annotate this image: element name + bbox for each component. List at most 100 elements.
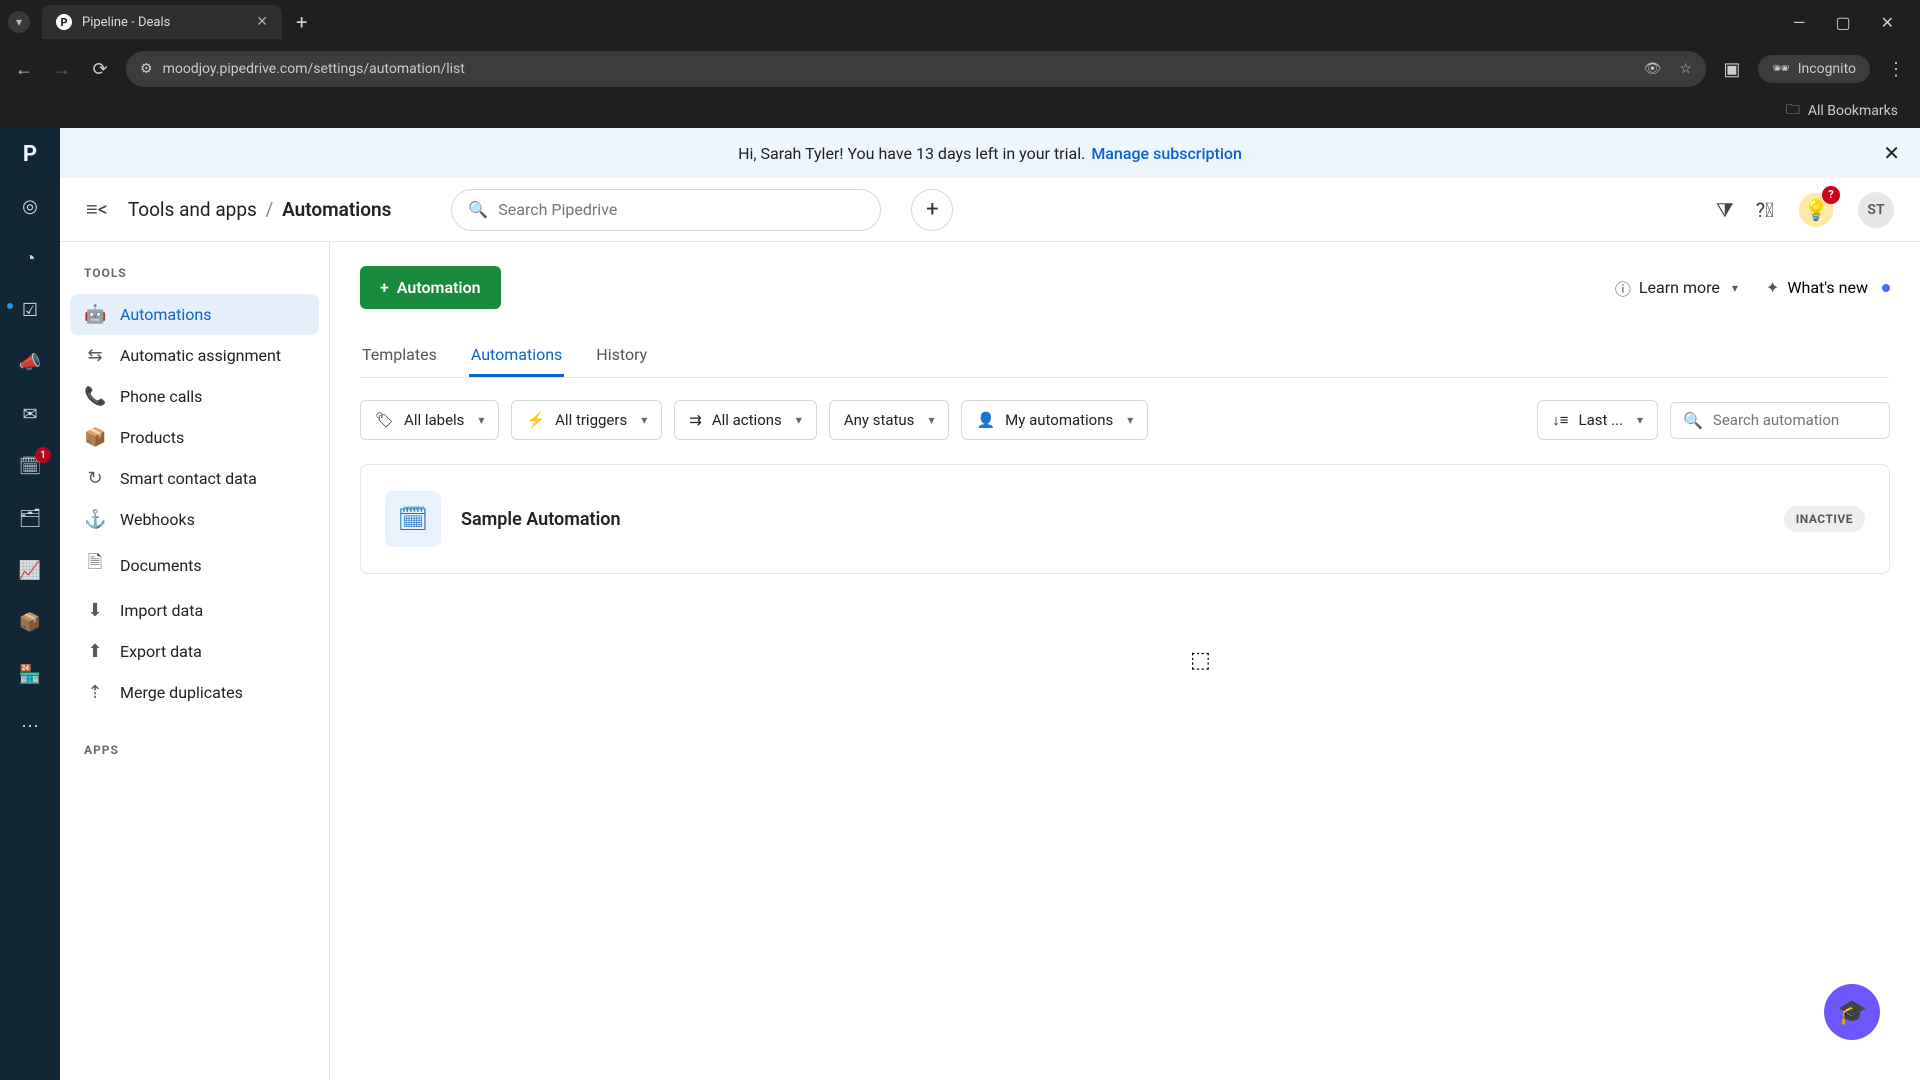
sidebar-item-merge-duplicates[interactable]: ⇡Merge duplicates	[70, 672, 319, 713]
collapse-sidebar-icon[interactable]: ≡<	[86, 197, 108, 222]
filter-owner[interactable]: 👤My automations▾	[961, 400, 1148, 440]
graduation-cap-icon: 🎓	[1837, 998, 1867, 1026]
sidebar-item-import-data[interactable]: ⬇Import data	[70, 590, 319, 631]
eye-off-icon[interactable]: 👁	[1644, 61, 1662, 77]
user-icon: 👤	[976, 411, 995, 429]
sales-assistant-button[interactable]: 💡 ?	[1796, 190, 1836, 230]
breadcrumb-current: Automations	[282, 198, 391, 221]
content-tabs: Templates Automations History	[360, 335, 1890, 378]
tab-title: Pipeline - Deals	[82, 15, 170, 30]
filter-sort[interactable]: ↓≡Last ...▾	[1537, 400, 1658, 440]
global-search[interactable]: 🔍	[451, 189, 881, 231]
user-avatar[interactable]: ST	[1858, 192, 1894, 228]
nav-more-icon[interactable]: ⋯	[17, 713, 43, 739]
nav-projects-icon[interactable]: ☑	[17, 297, 43, 323]
sidebar-item-smart-contact-data[interactable]: ↻Smart contact data	[70, 458, 319, 499]
chevron-down-icon: ▾	[641, 413, 647, 427]
automation-title: Sample Automation	[461, 509, 621, 530]
filter-status[interactable]: Any status▾	[829, 400, 950, 440]
automation-row[interactable]: 🗓 Sample Automation INACTIVE	[360, 464, 1890, 574]
search-icon: 🔍	[1683, 411, 1703, 430]
favicon-icon: P	[56, 14, 72, 30]
new-indicator-dot	[1882, 284, 1890, 292]
phone-icon: 📞	[84, 386, 106, 407]
robot-icon: 🤖	[84, 304, 106, 325]
sidepanel-icon[interactable]: ▣	[1720, 59, 1744, 80]
sidebar-heading-tools: TOOLS	[70, 266, 319, 280]
nav-products-icon[interactable]: 📦	[17, 609, 43, 635]
minimize-icon[interactable]: —	[1793, 13, 1806, 32]
maximize-icon[interactable]: ▢	[1835, 13, 1850, 32]
automation-search[interactable]: 🔍	[1670, 402, 1890, 439]
search-icon: 🔍	[468, 200, 488, 219]
tab-templates[interactable]: Templates	[360, 335, 439, 377]
forward-icon[interactable]: →	[50, 59, 74, 80]
site-settings-icon[interactable]: ⚙	[140, 61, 153, 77]
filter-actions[interactable]: ⇉All actions▾	[674, 400, 817, 440]
automation-search-input[interactable]	[1713, 411, 1877, 429]
reload-icon[interactable]: ⟳	[88, 59, 112, 80]
tag-icon: 🏷	[375, 411, 394, 429]
calendar-icon: 🗓	[385, 491, 441, 547]
sidebar-item-documents[interactable]: 🗎Documents	[70, 540, 319, 590]
nav-mail-icon[interactable]: ✉	[17, 401, 43, 427]
chevron-down-icon: ▾	[1732, 281, 1738, 295]
settings-sidebar: TOOLS 🤖Automations ⇆Automatic assignment…	[60, 242, 330, 1080]
assignment-icon: ⇆	[84, 345, 106, 366]
manage-subscription-link[interactable]: Manage subscription	[1091, 144, 1242, 163]
plus-icon: +	[380, 278, 389, 297]
tab-history[interactable]: History	[594, 335, 649, 377]
sidebar-item-products[interactable]: 📦Products	[70, 417, 319, 458]
quick-add-button[interactable]: +	[911, 189, 953, 231]
tab-automations[interactable]: Automations	[469, 335, 564, 377]
nav-marketplace-icon[interactable]: 🏪	[17, 661, 43, 687]
academy-fab[interactable]: 🎓	[1824, 984, 1880, 1040]
sidebar-item-automatic-assignment[interactable]: ⇆Automatic assignment	[70, 335, 319, 376]
nav-insights-icon[interactable]: 📈	[17, 557, 43, 583]
folder-icon: 🗀	[1786, 99, 1800, 123]
close-tab-icon[interactable]: ✕	[256, 14, 268, 30]
filter-triggers[interactable]: ⚡All triggers▾	[511, 400, 662, 440]
arrows-icon: ⇉	[689, 411, 702, 429]
browser-tab[interactable]: P Pipeline - Deals ✕	[42, 5, 282, 39]
incognito-badge: 🕶 Incognito	[1758, 55, 1870, 83]
nav-contacts-icon[interactable]: 🗂	[17, 505, 43, 531]
all-bookmarks-button[interactable]: All Bookmarks	[1808, 103, 1898, 119]
close-banner-icon[interactable]: ✕	[1883, 141, 1900, 165]
whats-new-button[interactable]: ✦ What's new	[1766, 278, 1890, 297]
sidebar-item-webhooks[interactable]: ⚓Webhooks	[70, 499, 319, 540]
browser-menu-icon[interactable]: ⋮	[1884, 59, 1908, 80]
back-icon[interactable]: ←	[12, 59, 36, 80]
bolt-icon: ⚡	[526, 411, 545, 429]
sidebar-item-phone-calls[interactable]: 📞Phone calls	[70, 376, 319, 417]
url-bar[interactable]: ⚙ moodjoy.pipedrive.com/settings/automat…	[126, 51, 1706, 87]
tab-dropdown[interactable]: ▾	[8, 11, 30, 33]
incognito-icon: 🕶	[1772, 61, 1790, 77]
search-input[interactable]	[498, 200, 864, 219]
nav-deals-icon[interactable]: ◔	[17, 245, 43, 271]
nav-activities-icon[interactable]: 1🗓	[17, 453, 43, 479]
assistant-badge: ?	[1822, 186, 1840, 204]
chevron-down-icon: ▾	[1637, 413, 1643, 427]
breadcrumb: Tools and apps / Automations	[128, 198, 392, 221]
close-window-icon[interactable]: ✕	[1881, 13, 1894, 32]
chevron-down-icon: ▾	[1127, 413, 1133, 427]
breadcrumb-parent[interactable]: Tools and apps	[128, 198, 257, 221]
pipedrive-logo-icon[interactable]: P	[23, 142, 37, 167]
filter-labels[interactable]: 🏷All labels▾	[360, 400, 499, 440]
vertical-nav: P ◎ ◔ ☑ 📣 ✉ 1🗓 🗂 📈 📦 🏪 ⋯	[0, 128, 60, 1080]
extensions-icon[interactable]: ⧩	[1716, 198, 1734, 222]
trial-text: Hi, Sarah Tyler! You have 13 days left i…	[738, 144, 1085, 163]
nav-campaigns-icon[interactable]: 📣	[17, 349, 43, 375]
star-icon[interactable]: ☆	[1679, 61, 1692, 77]
help-icon[interactable]: ?⃝	[1756, 198, 1774, 222]
info-icon: ⓘ	[1615, 276, 1631, 300]
nav-target-icon[interactable]: ◎	[17, 193, 43, 219]
new-tab-button[interactable]: +	[286, 10, 317, 34]
sidebar-item-export-data[interactable]: ⬆Export data	[70, 631, 319, 672]
webhook-icon: ⚓	[84, 509, 106, 530]
new-automation-button[interactable]: + Automation	[360, 266, 501, 309]
learn-more-button[interactable]: ⓘ Learn more ▾	[1615, 276, 1738, 300]
url-text: moodjoy.pipedrive.com/settings/automatio…	[163, 61, 465, 77]
sidebar-item-automations[interactable]: 🤖Automations	[70, 294, 319, 335]
